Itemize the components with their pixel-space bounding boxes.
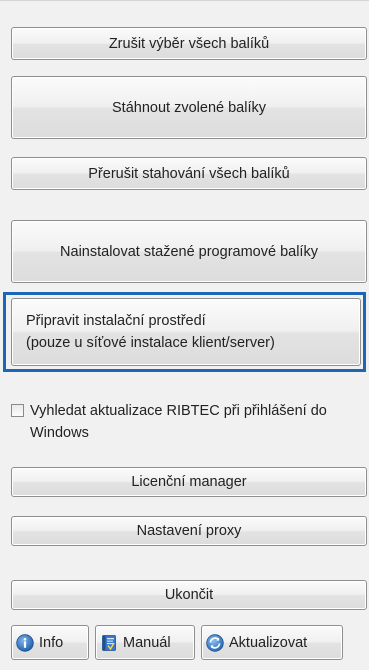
check-updates-on-login-label: Vyhledat aktualizace RIBTEC při přihláše… [30, 403, 327, 441]
update-label: Aktualizovat [229, 634, 308, 651]
download-selected-packages-label: Stáhnout zvolené balíky [112, 99, 266, 116]
info-icon [16, 633, 34, 652]
update-button[interactable]: Aktualizovat [201, 625, 343, 660]
deselect-all-packages-label: Zrušit výběr všech balíků [108, 35, 270, 52]
license-manager-button[interactable]: Licenční manager [11, 467, 367, 497]
manual-button[interactable]: Manuál [95, 625, 195, 660]
check-updates-on-login-option[interactable]: Vyhledat aktualizace RIBTEC při přihláše… [11, 400, 367, 444]
install-downloaded-packages-label: Nainstalovat stažené programové balíky [60, 243, 318, 260]
actions-panel: Zrušit výběr všech balíků Stáhnout zvole… [0, 0, 369, 670]
deselect-all-packages-button[interactable]: Zrušit výběr všech balíků [11, 27, 367, 60]
quit-label: Ukončit [164, 587, 214, 603]
update-globe-icon [206, 633, 224, 652]
install-downloaded-packages-button[interactable]: Nainstalovat stažené programové balíky [11, 220, 367, 283]
manual-book-icon [102, 634, 116, 651]
proxy-settings-button[interactable]: Nastavení proxy [11, 516, 367, 546]
top-divider [0, 0, 369, 1]
manual-label: Manuál [123, 634, 171, 651]
info-label: Info [39, 634, 64, 651]
download-selected-packages-button[interactable]: Stáhnout zvolené balíky [11, 76, 367, 139]
cancel-all-downloads-button[interactable]: Přerušit stahování všech balíků [11, 157, 367, 190]
focus-highlight [3, 292, 366, 372]
cancel-all-downloads-label: Přerušit stahování všech balíků [88, 165, 290, 182]
quit-button[interactable]: Ukončit [11, 580, 367, 610]
check-updates-on-login-checkbox[interactable] [11, 404, 24, 417]
proxy-settings-label: Nastavení proxy [136, 523, 242, 539]
info-button[interactable]: Info [11, 625, 89, 660]
license-manager-label: Licenční manager [131, 474, 247, 490]
